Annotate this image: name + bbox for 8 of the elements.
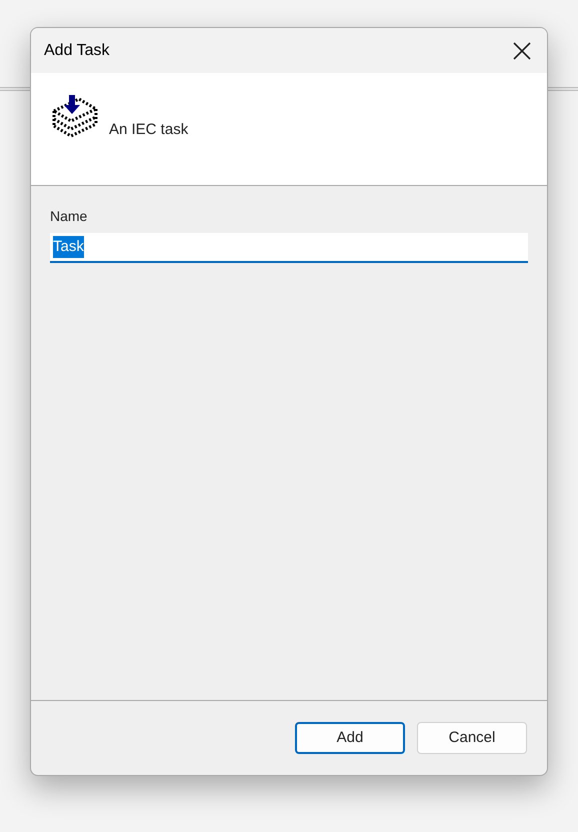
name-input-field[interactable]: Task (50, 233, 528, 263)
window-title: Add Task (44, 40, 110, 60)
field-label: Name (50, 207, 88, 226)
dialog-button[interactable]: Add (295, 722, 405, 754)
task-stack-icon (51, 93, 99, 139)
task-description: An IEC task (109, 120, 188, 140)
dialog-button[interactable]: Cancel (417, 722, 527, 754)
close-button[interactable] (511, 40, 533, 62)
